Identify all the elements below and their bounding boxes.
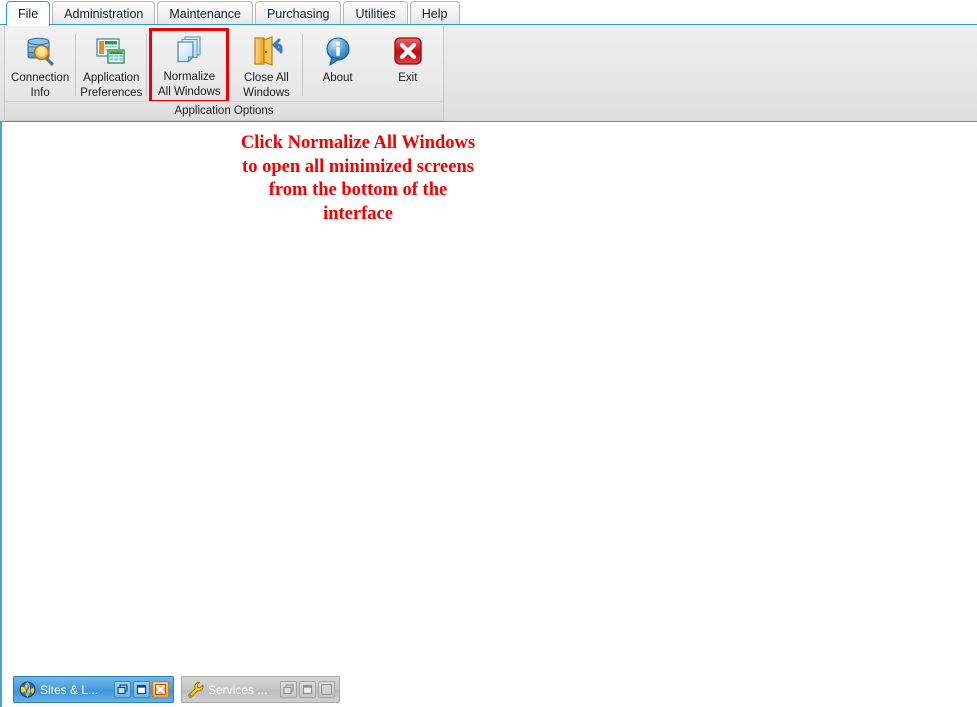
- ribbon-group-label: Application Options: [5, 101, 443, 120]
- globe-icon: [19, 681, 36, 698]
- door-exit-icon: [249, 34, 283, 68]
- tab-help[interactable]: Help: [409, 1, 460, 25]
- exit-label: Exit: [398, 72, 418, 84]
- tab-administration[interactable]: Administration: [52, 1, 156, 25]
- normalize-all-windows-button[interactable]: Normalize All Windows: [149, 28, 230, 103]
- maximize-icon[interactable]: [133, 681, 150, 698]
- tab-label: Purchasing: [266, 6, 330, 21]
- application-window: File Administration Maintenance Purchasi…: [0, 0, 977, 707]
- application-preferences-button[interactable]: Application Preferences: [76, 30, 146, 101]
- close-icon[interactable]: [318, 681, 335, 698]
- close-all-windows-label: Close All Windows: [243, 72, 290, 99]
- annotation-text: Click Normalize All Windows to open all …: [240, 133, 476, 224]
- ribbon-tab-strip: File Administration Maintenance Purchasi…: [0, 0, 977, 26]
- about-button[interactable]: About: [302, 30, 372, 100]
- taskbar-item-label: Services ...: [208, 682, 268, 697]
- window-controls: [280, 681, 335, 698]
- restore-icon[interactable]: [280, 681, 297, 698]
- connection-info-label: Connection Info: [11, 72, 70, 99]
- red-x-icon: [391, 34, 425, 68]
- tab-label: Help: [421, 6, 448, 21]
- tab-label: Administration: [64, 6, 144, 21]
- close-icon[interactable]: [152, 681, 169, 698]
- taskbar-item-services[interactable]: Services ...: [181, 676, 340, 703]
- mdi-client-area: Click Normalize All Windows to open all …: [0, 122, 977, 707]
- exit-button[interactable]: Exit: [373, 30, 443, 100]
- window-controls: [114, 681, 169, 698]
- tab-label: Utilities: [355, 6, 396, 21]
- window-grid-icon: [94, 34, 128, 68]
- close-all-windows-button[interactable]: Close All Windows: [231, 30, 301, 101]
- restore-icon[interactable]: [114, 681, 131, 698]
- database-search-icon: [23, 34, 57, 68]
- ribbon-group-items: Connection Info Application Preferences …: [5, 26, 443, 103]
- ribbon-bar: Connection Info Application Preferences …: [0, 24, 977, 122]
- maximize-icon[interactable]: [299, 681, 316, 698]
- application-preferences-label: Application Preferences: [80, 72, 143, 99]
- minimized-windows-taskbar: Sites & L... Services ...: [2, 671, 977, 707]
- info-bubble-icon: [321, 34, 355, 68]
- stacked-windows-icon: [172, 33, 206, 67]
- taskbar-item-sites-and-locations[interactable]: Sites & L...: [13, 676, 174, 703]
- tab-utilities[interactable]: Utilities: [343, 1, 408, 25]
- wrench-icon: [187, 681, 204, 698]
- tab-file[interactable]: File: [6, 1, 51, 26]
- normalize-all-windows-label: Normalize All Windows: [158, 71, 221, 98]
- about-label: About: [322, 72, 353, 84]
- group-separator: [146, 34, 148, 96]
- tab-purchasing[interactable]: Purchasing: [254, 1, 342, 25]
- connection-info-button[interactable]: Connection Info: [5, 30, 75, 101]
- tab-label: File: [18, 6, 39, 21]
- taskbar-item-label: Sites & L...: [40, 682, 99, 697]
- tab-label: Maintenance: [169, 6, 241, 21]
- tab-maintenance[interactable]: Maintenance: [157, 1, 253, 25]
- ribbon-group-application-options: Connection Info Application Preferences …: [4, 26, 444, 121]
